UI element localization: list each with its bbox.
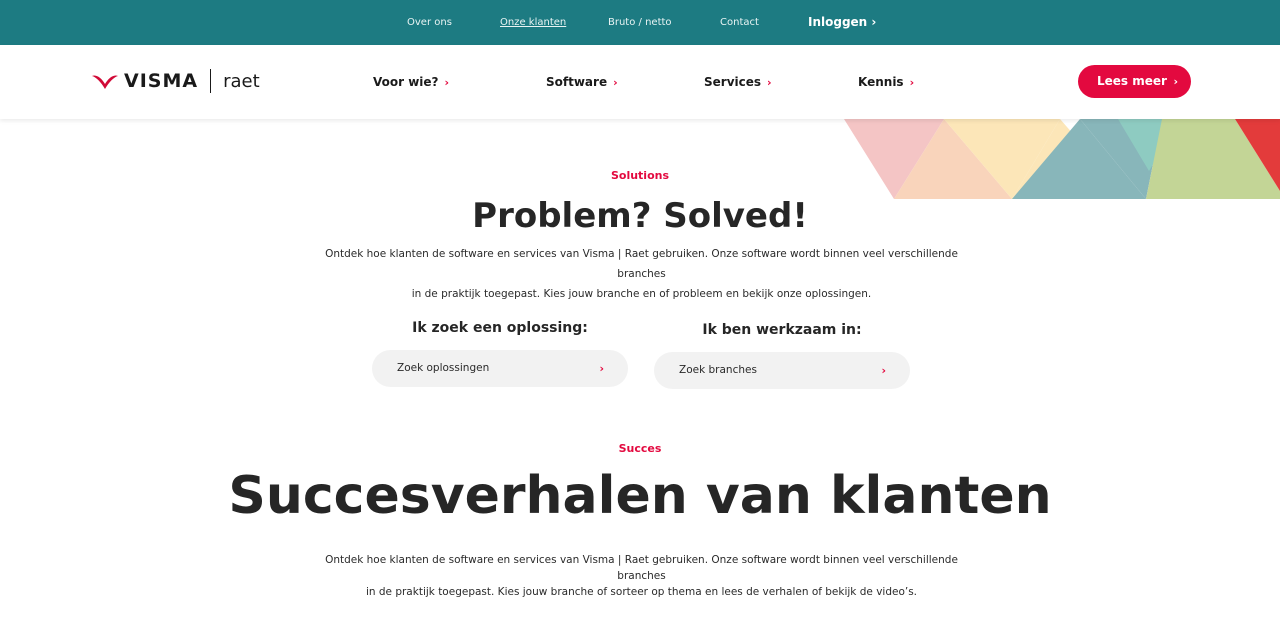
top-utility-bar: Over ons Onze klanten Bruto / netto Cont… <box>0 0 1280 45</box>
search-branch-title: Ik ben werkzaam in: <box>702 322 862 338</box>
solutions-intro: Ontdek hoe klanten de software en servic… <box>300 244 983 304</box>
succes-title: Succesverhalen van klanten <box>228 466 1052 526</box>
succes-intro-line-2: in de praktijk toegepast. Kies jouw bran… <box>365 586 918 598</box>
decorative-triangles <box>844 119 1280 199</box>
solutions-intro-line-1: Ontdek hoe klanten de software en servic… <box>325 248 958 280</box>
nav-label: Voor wie? <box>373 75 439 89</box>
cta-label: Lees meer <box>1097 74 1167 88</box>
chevron-right-icon: › <box>881 364 886 377</box>
login-label: Inloggen <box>808 15 868 29</box>
topbar-link-contact[interactable]: Contact <box>720 0 759 45</box>
logo-divider <box>210 69 212 93</box>
search-branches-placeholder: Zoek branches <box>679 364 757 376</box>
succes-eyebrow: Succes <box>618 442 662 455</box>
search-solution-title: Ik zoek een oplossing: <box>412 320 588 336</box>
topbar-link-bruto-netto[interactable]: Bruto / netto <box>608 0 672 45</box>
chevron-right-icon: › <box>599 362 604 375</box>
nav-software[interactable]: Software › <box>546 45 618 119</box>
search-branches-field[interactable]: Zoek branches › <box>654 352 910 389</box>
chevron-right-icon: › <box>444 76 450 89</box>
search-solutions-placeholder: Zoek oplossingen <box>397 362 490 374</box>
login-link[interactable]: Inloggen › <box>808 0 876 45</box>
lees-meer-button[interactable]: Lees meer › <box>1078 65 1191 98</box>
topbar-link-over-ons[interactable]: Over ons <box>407 0 452 45</box>
chevron-right-icon: › <box>871 15 877 29</box>
solutions-intro-line-2: in de praktijk toegepast. Kies jouw bran… <box>411 288 872 300</box>
visma-swoosh-icon <box>92 75 118 89</box>
logo-raet: raet <box>223 70 260 92</box>
nav-voor-wie[interactable]: Voor wie? › <box>373 45 449 119</box>
nav-kennis[interactable]: Kennis › <box>858 45 914 119</box>
succes-intro-line-1: Ontdek hoe klanten de software en servic… <box>325 554 958 582</box>
search-solutions-field[interactable]: Zoek oplossingen › <box>372 350 628 387</box>
chevron-right-icon: › <box>1173 75 1178 88</box>
visma-raet-logo[interactable]: VISMA raet <box>91 68 260 94</box>
succes-intro: Ontdek hoe klanten de software en servic… <box>300 552 983 600</box>
chevron-right-icon: › <box>767 76 772 89</box>
chevron-right-icon: › <box>909 76 915 89</box>
nav-label: Services <box>704 75 762 89</box>
nav-label: Kennis <box>858 75 904 89</box>
nav-services[interactable]: Services › <box>704 45 772 119</box>
nav-label: Software <box>546 75 608 89</box>
logo-wordmark: VISMA <box>124 70 199 92</box>
chevron-right-icon: › <box>613 76 618 89</box>
solutions-title: Problem? Solved! <box>472 196 808 236</box>
topbar-link-onze-klanten[interactable]: Onze klanten <box>500 0 566 45</box>
main-navigation: VISMA raet Voor wie? › Software › Services… <box>0 45 1280 119</box>
